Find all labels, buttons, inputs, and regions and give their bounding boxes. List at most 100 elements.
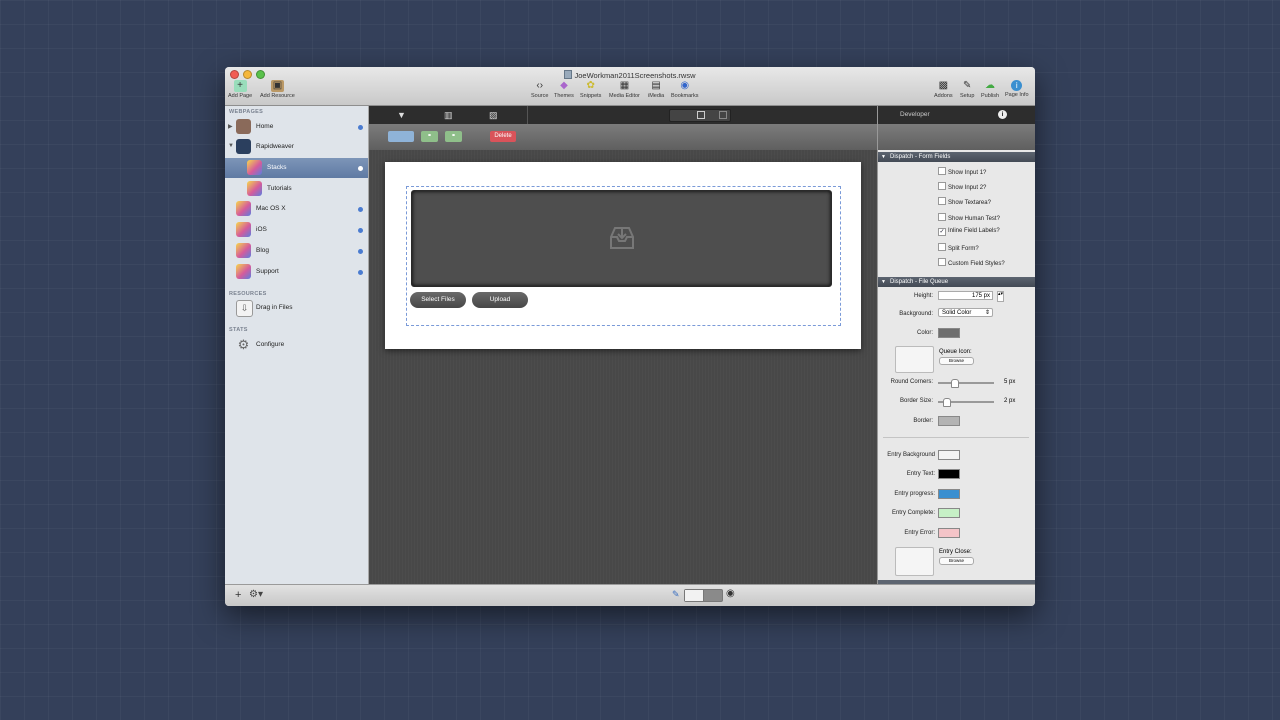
- entry-background-swatch[interactable]: [938, 450, 960, 460]
- sidebar-item-blog[interactable]: Blog: [225, 241, 368, 261]
- height-stepper[interactable]: ▴▾: [997, 291, 1004, 302]
- sidebar-item-support[interactable]: Support: [225, 262, 368, 282]
- checkbox-box[interactable]: [938, 243, 946, 251]
- form-fields-group-header[interactable]: Dispatch - Form Fields: [878, 152, 1035, 162]
- entry-close-well[interactable]: [895, 547, 934, 576]
- layout-option-icon[interactable]: [697, 111, 705, 119]
- sidebar: WEBPAGES ▶ Home ▼ Rapidweaver Stacks Tut…: [225, 106, 369, 584]
- color-swatch[interactable]: [938, 328, 960, 338]
- webpages-header: WEBPAGES: [229, 109, 264, 115]
- layout-option-icon[interactable]: [719, 111, 727, 119]
- mode-toggle[interactable]: [684, 589, 723, 602]
- sidebar-item-home[interactable]: ▶ Home: [225, 117, 368, 137]
- image-icon[interactable]: ▨: [489, 110, 498, 121]
- queue-icon-well[interactable]: [895, 346, 934, 373]
- bookmarks-button[interactable]: ◉ Bookmarks: [671, 80, 699, 99]
- edit-mode-icon[interactable]: ✎: [672, 589, 680, 600]
- entry-complete-label: Entry Complete:: [891, 510, 935, 516]
- page-layout-icon[interactable]: ▥: [444, 110, 453, 121]
- editor-area: ▼ ▥ ▨ ⚭ ⚭ Delete Select Files Upload: [369, 106, 877, 584]
- checkbox-box[interactable]: [938, 197, 946, 205]
- snippets-button[interactable]: ✿ Snippets: [580, 80, 601, 99]
- border-size-slider[interactable]: [938, 398, 994, 407]
- duplicate-icon[interactable]: ⚭: [421, 131, 438, 142]
- resources-header: RESOURCES: [229, 291, 267, 297]
- sidebar-item-stacks[interactable]: Stacks: [225, 158, 368, 178]
- media-editor-button[interactable]: ▦ Media Editor: [609, 80, 640, 99]
- sidebar-item-tutorials[interactable]: Tutorials: [225, 179, 368, 199]
- checkbox-box[interactable]: [938, 213, 946, 221]
- upload-button[interactable]: Upload: [472, 292, 528, 308]
- gear-icon[interactable]: ⚙▾: [249, 589, 263, 600]
- title-bar: JoeWorkman2011Screenshots.rwsw + Add Page…: [225, 67, 1035, 106]
- slider-knob[interactable]: [942, 398, 951, 407]
- gear-icon: ⚙: [237, 337, 250, 352]
- status-dot: [358, 207, 363, 212]
- slider-knob[interactable]: [951, 379, 960, 388]
- inline-field-labels-checkbox[interactable]: ✓ Inline Field Labels?: [938, 228, 1000, 236]
- addons-icon: ▩: [938, 80, 949, 91]
- checkbox-box[interactable]: [938, 182, 946, 190]
- sidebar-item-configure[interactable]: ⚙ Configure: [225, 335, 368, 355]
- info-icon[interactable]: i: [998, 110, 1007, 119]
- queue-icon-browse-button[interactable]: Browse: [939, 357, 974, 365]
- entry-error-swatch[interactable]: [938, 528, 960, 538]
- edit-button[interactable]: [388, 131, 414, 142]
- entry-progress-swatch[interactable]: [938, 489, 960, 499]
- sidebar-item-drag-in-files[interactable]: ⇩ Drag in Files: [225, 298, 368, 318]
- sidebar-item-rapidweaver[interactable]: ▼ Rapidweaver: [225, 137, 368, 157]
- source-icon: ‹›: [536, 80, 544, 91]
- border-color-swatch[interactable]: [938, 416, 960, 426]
- source-button[interactable]: ‹› Source: [531, 80, 548, 99]
- link-icon[interactable]: ⚭: [445, 131, 462, 142]
- show-input-1-checkbox[interactable]: Show Input 1?: [938, 167, 986, 176]
- sidebar-item-ios[interactable]: iOS: [225, 220, 368, 240]
- publish-icon: ☁: [985, 80, 996, 91]
- entry-text-label: Entry Text:: [906, 471, 935, 477]
- mode-toggle-knob[interactable]: [685, 590, 704, 601]
- entry-error-label: Entry Error:: [904, 530, 935, 536]
- publish-button[interactable]: ☁ Publish: [981, 80, 999, 99]
- info-icon: i: [1011, 80, 1023, 91]
- entry-complete-swatch[interactable]: [938, 508, 960, 518]
- custom-field-styles-checkbox[interactable]: Custom Field Styles?: [938, 258, 1005, 267]
- add-page-button[interactable]: + Add Page: [228, 80, 252, 99]
- height-label: Height:: [913, 293, 933, 299]
- disclosure-triangle-icon[interactable]: ▶: [228, 123, 233, 130]
- checkbox-box[interactable]: [938, 258, 946, 266]
- setup-button[interactable]: ✎ Setup: [960, 80, 974, 99]
- checkmark-icon[interactable]: ✓: [938, 228, 946, 236]
- entry-text-swatch[interactable]: [938, 469, 960, 479]
- checkbox-box[interactable]: [938, 167, 946, 175]
- themes-button[interactable]: ◆ Themes: [554, 80, 574, 99]
- preview-eye-icon[interactable]: ◉: [726, 588, 735, 599]
- entry-close-browse-button[interactable]: Browse: [939, 557, 974, 565]
- select-files-button[interactable]: Select Files: [410, 292, 466, 308]
- imedia-button[interactable]: ▤ iMedia: [648, 80, 664, 99]
- round-corners-slider[interactable]: [938, 379, 994, 388]
- split-form-checkbox[interactable]: Split Form?: [938, 243, 979, 252]
- add-icon[interactable]: +: [235, 589, 241, 601]
- show-textarea-checkbox[interactable]: Show Textarea?: [938, 197, 991, 206]
- background-select[interactable]: Solid Color ⇕: [938, 308, 993, 317]
- round-corners-label: Round Corners:: [890, 379, 933, 385]
- delete-button[interactable]: Delete: [490, 131, 516, 142]
- stack-library-icon[interactable]: ▼: [397, 110, 406, 120]
- add-page-icon: +: [233, 80, 247, 92]
- sidebar-item-mac-os-x[interactable]: Mac OS X: [225, 199, 368, 219]
- show-input-2-checkbox[interactable]: Show Input 2?: [938, 182, 986, 191]
- download-icon: ⇩: [236, 300, 253, 317]
- border-size-value: 2 px: [1004, 398, 1016, 404]
- color-label: Color:: [916, 330, 933, 336]
- height-input[interactable]: 175 px: [938, 291, 993, 300]
- file-drop-zone[interactable]: [411, 190, 832, 287]
- status-dot: [358, 166, 363, 171]
- stack-selection[interactable]: Select Files Upload: [406, 186, 841, 326]
- addons-button[interactable]: ▩ Addons: [934, 80, 953, 99]
- show-human-test-checkbox[interactable]: Show Human Test?: [938, 213, 1000, 222]
- file-queue-group-header[interactable]: Dispatch - File Queue: [878, 277, 1035, 287]
- page-info-button[interactable]: i Page Info: [1005, 80, 1029, 98]
- add-resource-button[interactable]: ▣ Add Resource: [260, 80, 295, 99]
- page-preview: Select Files Upload: [385, 162, 861, 349]
- disclosure-triangle-icon[interactable]: ▼: [228, 143, 234, 149]
